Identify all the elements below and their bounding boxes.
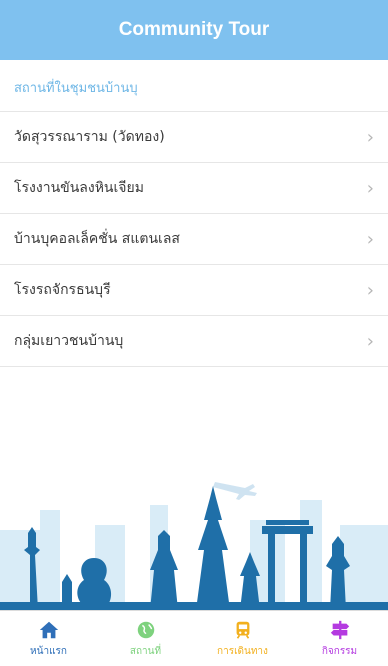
skyline-illustration [0, 482, 388, 610]
list-item-label: วัดสุวรรณาราม (วัดทอง) [14, 129, 165, 145]
tab-label: กิจกรรม [321, 645, 358, 657]
tab-label: สถานที่ [129, 645, 162, 657]
train-icon [236, 621, 249, 639]
chevron-right-icon: › [366, 330, 374, 352]
section-title: สถานที่ในชุมชนบ้านบุ [0, 64, 388, 112]
list-item-label: โรงรถจักรธนบุรี [14, 282, 111, 298]
signpost-icon [330, 620, 349, 639]
bottom-tab-bar: หน้าแรก สถานที่ การเดินทาง กิจกรรม [0, 610, 388, 666]
app-header: Community Tour [0, 0, 388, 60]
list-item-label: กลุ่มเยาวชนบ้านบุ [14, 333, 124, 349]
tab-activities[interactable]: กิจกรรม [295, 619, 385, 659]
list-item[interactable]: วัดสุวรรณาราม (วัดทอง) › [0, 112, 388, 163]
tab-label: การเดินทาง [217, 645, 268, 657]
page-title: Community Tour [118, 19, 270, 40]
list-item-label: บ้านบุคอลเล็คชั่น สแตนเลส [14, 231, 180, 247]
tab-places[interactable]: สถานที่ [101, 619, 191, 659]
tab-home[interactable]: หน้าแรก [4, 619, 94, 659]
tab-travel[interactable]: การเดินทาง [198, 619, 288, 659]
tab-label: หน้าแรก [30, 645, 67, 657]
chevron-right-icon: › [366, 126, 374, 148]
list-item[interactable]: บ้านบุคอลเล็คชั่น สแตนเลส › [0, 214, 388, 265]
list-item-label: โรงงานขันลงหินเจียม [14, 180, 144, 196]
places-list: วัดสุวรรณาราม (วัดทอง) › โรงงานขันลงหินเ… [0, 112, 388, 367]
list-item[interactable]: โรงรถจักรธนบุรี › [0, 265, 388, 316]
list-item[interactable]: กลุ่มเยาวชนบ้านบุ › [0, 316, 388, 367]
chevron-right-icon: › [366, 177, 374, 199]
chevron-right-icon: › [366, 228, 374, 250]
list-item[interactable]: โรงงานขันลงหินเจียม › [0, 163, 388, 214]
globe-icon [137, 621, 154, 638]
chevron-right-icon: › [366, 279, 374, 301]
home-icon [39, 621, 58, 638]
